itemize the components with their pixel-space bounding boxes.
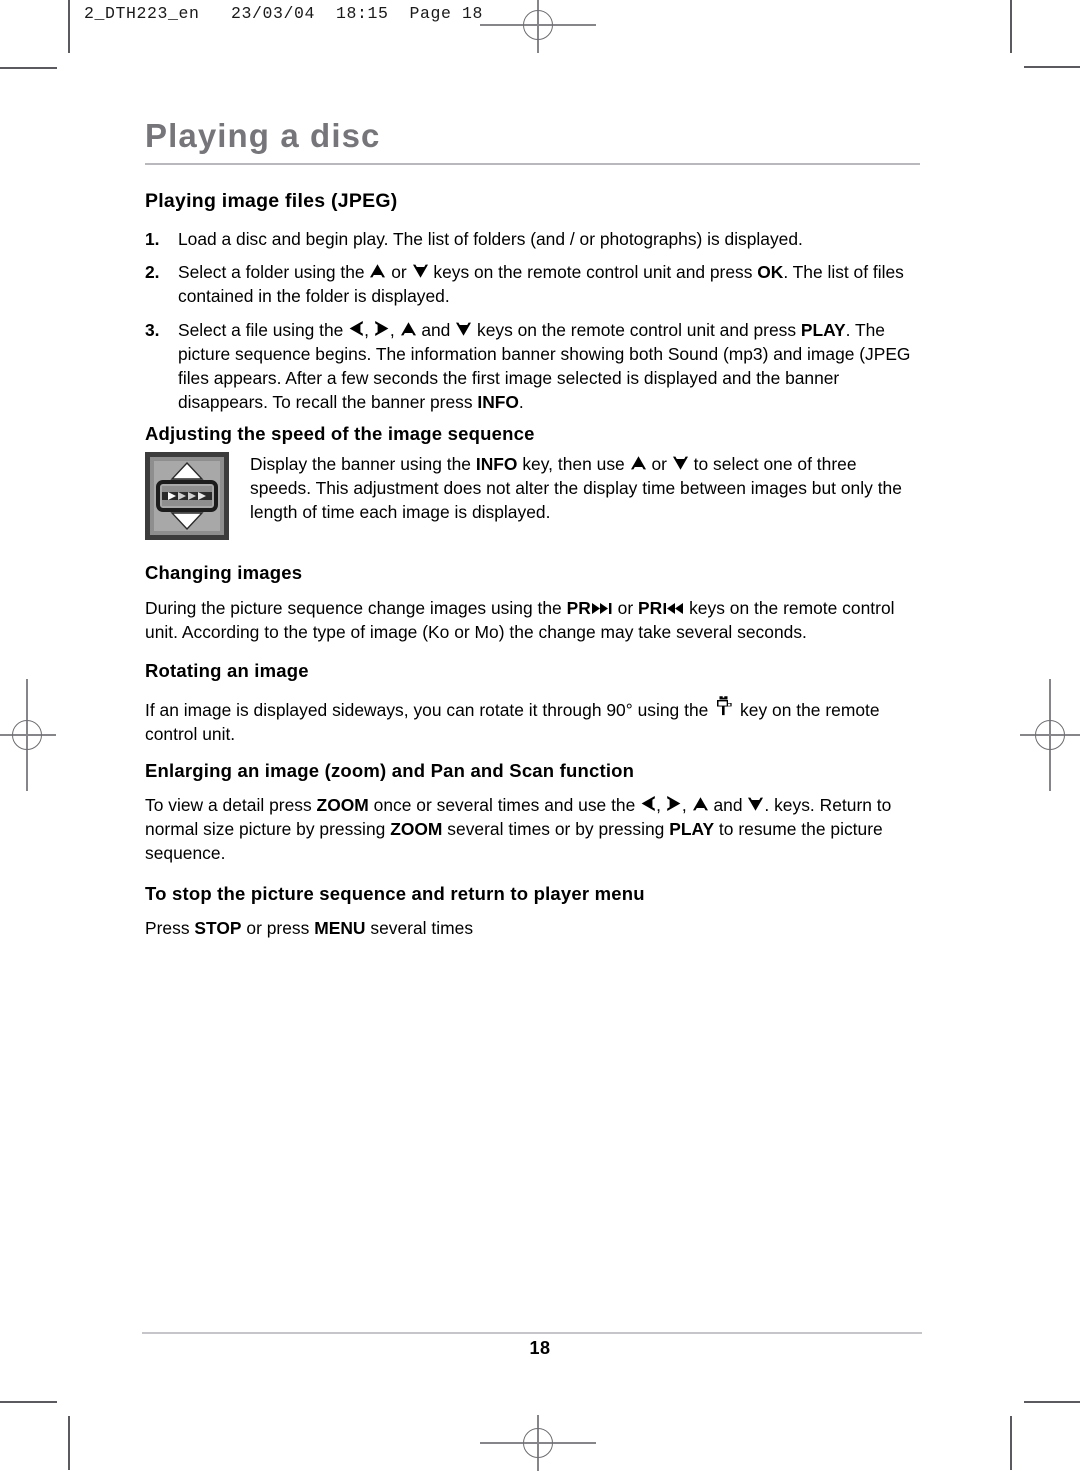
key-label: PLAY [800, 319, 846, 340]
heading-stop-picture-sequence: To stop the picture sequence and return … [145, 883, 645, 904]
jpeg-steps-list: 1. Load a disc and begin play. The list … [145, 227, 920, 414]
key-label: PR [638, 598, 663, 618]
image-speed-selector-icon [145, 452, 229, 540]
heading-adjusting-speed: Adjusting the speed of the image sequenc… [145, 423, 535, 444]
crop-mark-top-left-horizontal [0, 67, 57, 69]
crop-mark-bottom-right-vertical [1010, 1416, 1012, 1470]
key-label: PLAY [669, 819, 715, 840]
list-item-text: Select a folder using the or keys on the… [178, 262, 904, 307]
key-label: INFO [477, 392, 519, 413]
skip-back-icon [662, 602, 684, 615]
arrow-down-icon [672, 455, 689, 471]
key-label: OK [757, 262, 784, 283]
crop-mark-top-left-vertical [68, 0, 70, 53]
list-item-text: Load a disc and begin play. The list of … [178, 229, 803, 249]
key-label: ZOOM [390, 819, 443, 840]
heading-changing-images: Changing images [145, 562, 303, 583]
key-label: INFO [475, 454, 518, 474]
paragraph-stop-picture-sequence: Press STOP or press MENU several times [145, 918, 474, 938]
paragraph-adjusting-speed: Display the banner using the INFO key, t… [250, 454, 902, 523]
heading-playing-image-files: Playing image files (JPEG) [145, 190, 398, 212]
crop-mark-bottom-right-horizontal [1024, 1401, 1080, 1403]
arrow-down-icon [412, 263, 429, 279]
list-item-text: Select a file using the , , and keys on … [178, 319, 911, 413]
list-item: 2. Select a folder using the or keys on … [145, 260, 920, 308]
arrow-up-icon [630, 455, 647, 471]
paragraph-rotating-an-image: If an image is displayed sideways, you c… [145, 695, 920, 746]
paragraph-changing-images: During the picture sequence change image… [145, 598, 895, 643]
arrow-up-icon [692, 796, 709, 812]
camera-angle-icon [713, 695, 735, 717]
key-label: MENU [314, 918, 366, 938]
list-item: 3. Select a file using the , , and keys … [145, 318, 920, 415]
arrow-left-icon [348, 320, 364, 337]
heading-rotating-an-image: Rotating an image [145, 660, 309, 681]
key-label: STOP [194, 918, 242, 938]
crop-mark-top-right-vertical [1010, 0, 1012, 53]
footer-divider [142, 1332, 922, 1334]
list-item-number: 2. [145, 262, 160, 283]
arrow-up-icon [400, 321, 417, 337]
crop-mark-bottom-left-horizontal [0, 1401, 57, 1403]
arrow-up-icon [369, 263, 386, 279]
page-number: 18 [529, 1338, 551, 1358]
skip-forward-icon [591, 602, 613, 615]
arrow-right-icon [666, 795, 682, 812]
crop-mark-bottom-left-vertical [68, 1416, 70, 1470]
heading-enlarging-an-image: Enlarging an image (zoom) and Pan and Sc… [145, 760, 635, 781]
key-label: PR [566, 598, 591, 618]
content-frame: Playing image files (JPEG) 1. Load a dis… [145, 0, 920, 1470]
list-item-number: 1. [145, 229, 160, 249]
paragraph-enlarging-an-image: To view a detail press ZOOM once or seve… [145, 795, 892, 864]
arrow-right-icon [374, 320, 390, 337]
arrow-left-icon [640, 795, 656, 812]
crop-mark-top-right-horizontal [1024, 66, 1080, 68]
list-item-number: 3. [145, 319, 160, 340]
arrow-down-icon [455, 321, 472, 337]
arrow-down-icon [747, 796, 764, 812]
list-item: 1. Load a disc and begin play. The list … [145, 227, 920, 251]
key-label: ZOOM [316, 795, 369, 815]
